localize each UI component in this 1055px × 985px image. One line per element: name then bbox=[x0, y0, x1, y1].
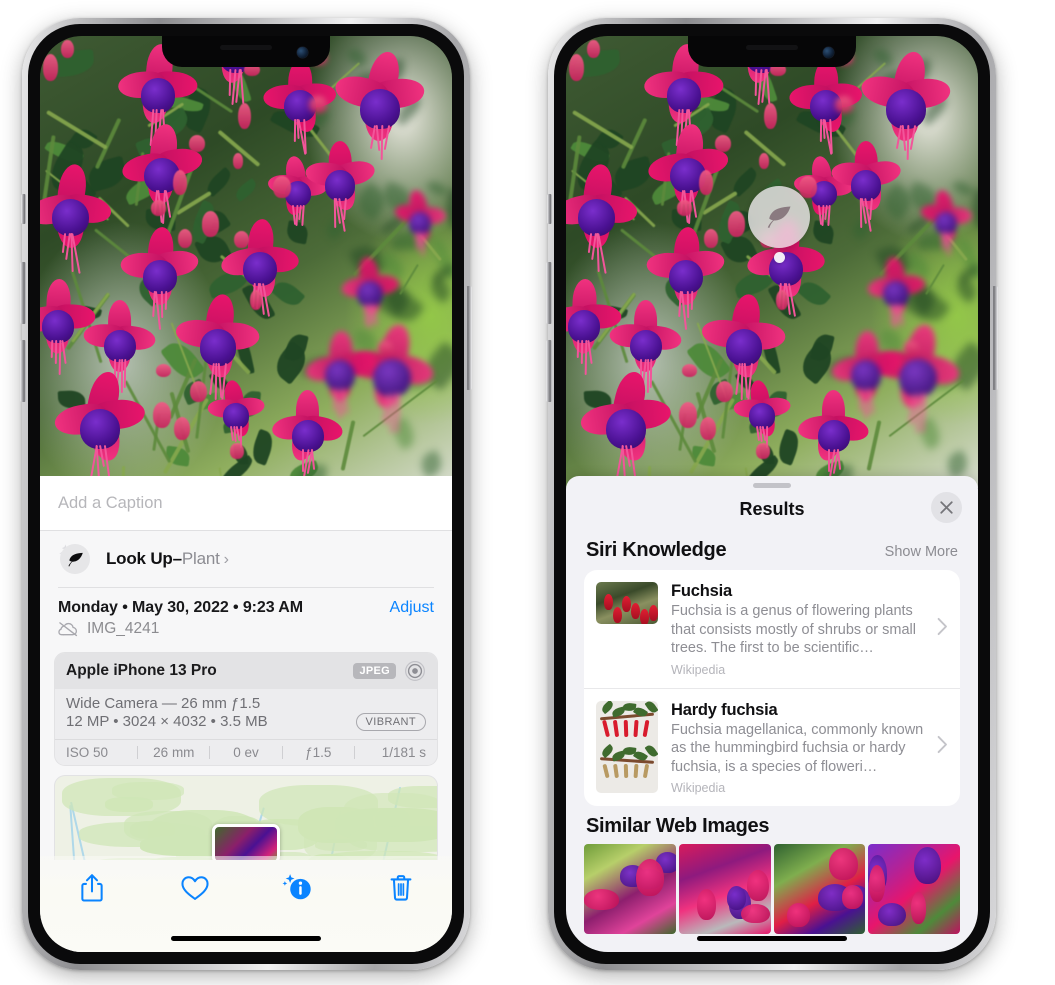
date-row: Monday • May 30, 2022 • 9:23 AM Adjust bbox=[40, 588, 452, 617]
caption-input[interactable]: Add a Caption bbox=[40, 476, 452, 531]
stat-aperture: ƒ1.5 bbox=[305, 744, 332, 760]
siri-knowledge-card: Fuchsia Fuchsia is a genus of flowering … bbox=[584, 570, 960, 806]
knowledge-description: Fuchsia is a genus of flowering plants t… bbox=[671, 603, 916, 656]
visual-lookup-anchor-dot bbox=[774, 252, 785, 263]
notch-right bbox=[688, 36, 856, 67]
iphone-device-right: Results Siri Knowledge Show More Fuchsia… bbox=[546, 18, 998, 970]
photographic-style-badge: VIBRANT bbox=[355, 712, 426, 731]
location-map[interactable] bbox=[54, 774, 438, 860]
notch-left bbox=[162, 36, 330, 67]
visual-lookup-badge[interactable] bbox=[748, 186, 810, 248]
knowledge-source: Wikipedia bbox=[671, 662, 726, 677]
section-title: Similar Web Images bbox=[586, 815, 770, 837]
stat-shutter: 1/181 s bbox=[381, 744, 427, 760]
knowledge-source: Wikipedia bbox=[671, 781, 726, 795]
format-badge: JPEG bbox=[353, 662, 396, 679]
chevron-right-icon: › bbox=[223, 551, 229, 568]
knowledge-row[interactable]: Fuchsia Fuchsia is a genus of flowering … bbox=[584, 570, 960, 688]
screen-left: Add a Caption Look Up–Plant › Monday • M… bbox=[40, 36, 452, 952]
adjust-button[interactable]: Adjust bbox=[390, 599, 434, 617]
knowledge-title: Hardy fuchsia bbox=[671, 700, 778, 719]
volume-up-button[interactable] bbox=[546, 262, 552, 324]
knowledge-thumbnail bbox=[596, 582, 658, 624]
similar-image[interactable] bbox=[773, 844, 866, 934]
iphone-device-left: Add a Caption Look Up–Plant › Monday • M… bbox=[20, 18, 472, 970]
volume-down-button[interactable] bbox=[546, 340, 552, 402]
home-indicator[interactable] bbox=[697, 936, 847, 941]
stat-focal: 26 mm bbox=[153, 744, 195, 760]
photo-viewer[interactable] bbox=[40, 36, 452, 488]
silent-switch[interactable] bbox=[21, 194, 26, 224]
front-camera-icon bbox=[823, 47, 834, 58]
similar-image[interactable] bbox=[678, 844, 771, 934]
aperture-icon bbox=[405, 660, 425, 681]
photo-viewer[interactable] bbox=[566, 36, 978, 488]
similar-images-row[interactable] bbox=[566, 844, 978, 934]
photo-info-sheet: Add a Caption Look Up–Plant › Monday • M… bbox=[40, 476, 452, 952]
home-indicator[interactable] bbox=[171, 936, 321, 941]
volume-up-button[interactable] bbox=[20, 262, 26, 324]
delete-button[interactable] bbox=[379, 868, 423, 908]
results-sheet: Results Siri Knowledge Show More Fuchsia… bbox=[566, 476, 978, 952]
look-up-label: Look Up bbox=[106, 549, 173, 568]
similar-web-images-header: Similar Web Images bbox=[566, 806, 978, 844]
lens-info: Wide Camera — 26 mm ƒ1.5 bbox=[66, 694, 261, 712]
heart-icon bbox=[180, 876, 209, 900]
similar-image[interactable] bbox=[868, 844, 960, 934]
similar-image[interactable] bbox=[584, 844, 676, 934]
screen-right: Results Siri Knowledge Show More Fuchsia… bbox=[566, 36, 978, 952]
results-title: Results bbox=[739, 498, 805, 519]
volume-down-button[interactable] bbox=[20, 340, 26, 402]
share-button[interactable] bbox=[70, 868, 114, 908]
caption-placeholder: Add a Caption bbox=[58, 493, 163, 512]
favorite-button[interactable] bbox=[173, 868, 217, 908]
earpiece-speaker bbox=[220, 45, 272, 50]
earpiece-speaker bbox=[746, 45, 798, 50]
siri-knowledge-header: Siri Knowledge Show More bbox=[566, 530, 978, 570]
leaf-icon-circle bbox=[60, 544, 90, 574]
knowledge-thumbnail bbox=[596, 700, 658, 793]
exif-stats-row: ISO 50 26 mm 0 ev ƒ1.5 1/181 s bbox=[55, 738, 437, 765]
exif-device-row: Apple iPhone 13 Pro JPEG bbox=[55, 652, 437, 689]
filename: IMG_4241 bbox=[87, 619, 160, 637]
share-icon bbox=[80, 874, 103, 902]
leaf-sparkle-icon bbox=[58, 542, 92, 576]
exif-lens-row: Wide Camera — 26 mm ƒ1.5 12 MP • 3024 × … bbox=[55, 688, 437, 739]
leaf-icon bbox=[767, 206, 791, 228]
section-title: Siri Knowledge bbox=[586, 539, 727, 561]
knowledge-title: Fuchsia bbox=[671, 582, 732, 600]
chevron-right-icon bbox=[937, 736, 948, 759]
exif-card[interactable]: Apple iPhone 13 Pro JPEG Wide Camera — 2… bbox=[54, 651, 438, 766]
file-row: IMG_4241 bbox=[40, 617, 452, 648]
stat-ev: 0 ev bbox=[233, 744, 259, 760]
front-camera-icon bbox=[297, 47, 308, 58]
leaf-icon bbox=[67, 552, 83, 566]
trash-icon bbox=[390, 875, 411, 901]
look-up-subject: Plant bbox=[181, 549, 220, 568]
close-icon bbox=[940, 501, 953, 514]
knowledge-row[interactable]: Hardy fuchsia Fuchsia magellanica, commo… bbox=[584, 687, 960, 807]
show-more-button[interactable]: Show More bbox=[885, 544, 958, 560]
power-button[interactable] bbox=[466, 286, 472, 390]
knowledge-description: Fuchsia magellanica, commonly known as t… bbox=[671, 721, 924, 775]
camera-device: Apple iPhone 13 Pro bbox=[66, 661, 217, 679]
results-header: Results bbox=[566, 488, 978, 530]
device-bezel-right: Results Siri Knowledge Show More Fuchsia… bbox=[554, 24, 990, 964]
map-photo-pin[interactable] bbox=[212, 823, 280, 860]
cloud-slash-icon bbox=[58, 621, 78, 636]
info-button[interactable] bbox=[276, 868, 320, 908]
silent-switch[interactable] bbox=[547, 194, 552, 224]
info-sparkle-icon bbox=[282, 874, 311, 900]
look-up-dash: – bbox=[172, 549, 182, 568]
stat-iso: ISO 50 bbox=[66, 744, 109, 760]
power-button[interactable] bbox=[992, 286, 998, 390]
device-bezel-left: Add a Caption Look Up–Plant › Monday • M… bbox=[28, 24, 464, 964]
resolution-info: 12 MP • 3024 × 4032 • 3.5 MB bbox=[66, 713, 268, 730]
look-up-row[interactable]: Look Up–Plant › bbox=[40, 531, 452, 587]
close-button[interactable] bbox=[931, 492, 962, 523]
chevron-right-icon bbox=[937, 617, 948, 640]
photo-date: Monday • May 30, 2022 • 9:23 AM bbox=[58, 598, 303, 616]
